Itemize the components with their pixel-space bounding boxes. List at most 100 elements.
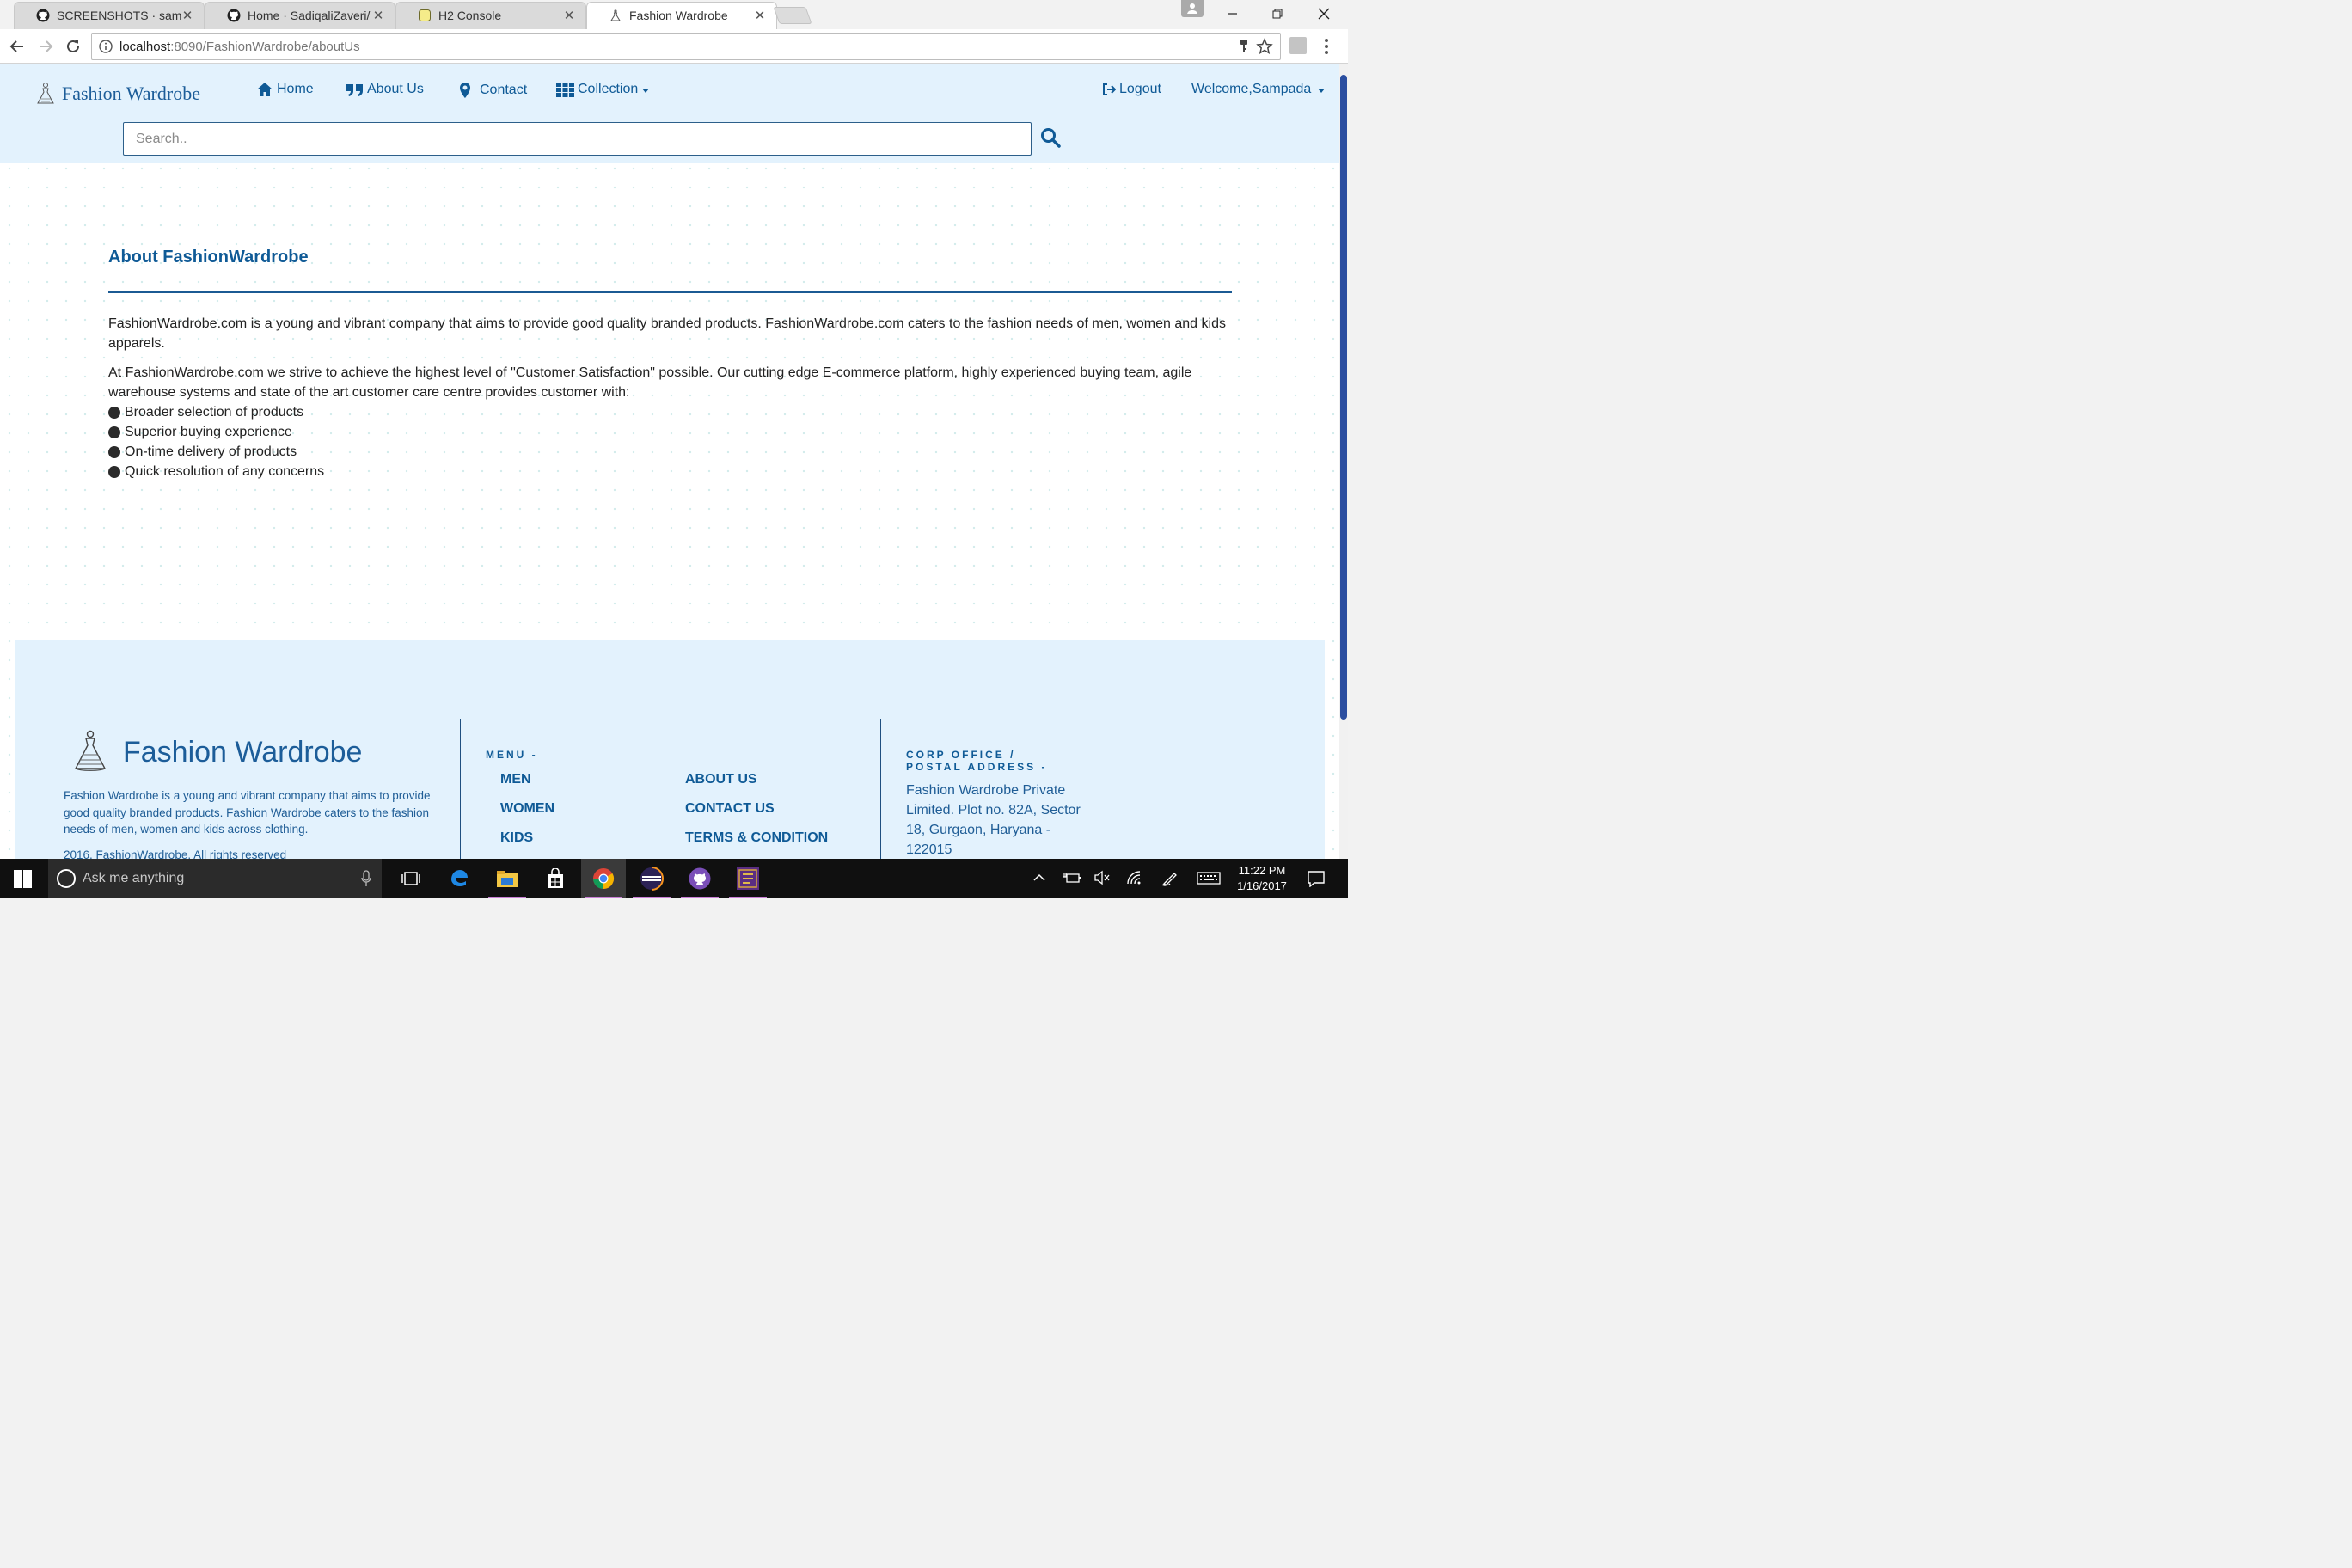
close-icon[interactable]: ✕ [181, 8, 194, 23]
close-icon[interactable]: ✕ [753, 8, 767, 23]
dress-logo-icon [74, 730, 107, 771]
footer-brand[interactable]: Fashion Wardrobe [68, 729, 362, 775]
about-section: About FashionWardrobe FashionWardrobe.co… [108, 248, 1232, 481]
list-item: On-time delivery of products [108, 442, 1232, 462]
reload-button[interactable] [64, 37, 83, 56]
close-icon[interactable]: ✕ [371, 8, 385, 23]
key-icon[interactable] [1239, 39, 1249, 54]
footer-link-contact-us[interactable]: CONTACT US [685, 801, 775, 817]
footer-copyright: 2016, FashionWardrobe. All rights reserv… [64, 848, 287, 859]
info-icon[interactable] [99, 40, 113, 53]
cortana-search-box[interactable]: Ask me anything [48, 859, 382, 898]
scrollbar-thumb[interactable] [1340, 75, 1347, 720]
site-brand[interactable]: Fashion Wardrobe [34, 82, 200, 106]
nav-home[interactable]: Home [256, 82, 314, 97]
bullet-icon [108, 465, 120, 478]
nav-about-label: About Us [367, 82, 424, 96]
footer-brand-name: Fashion Wardrobe [123, 735, 363, 769]
browser-tab[interactable]: SCREENSHOTS · sampda ✕ [14, 2, 205, 29]
brand-name: Fashion Wardrobe [62, 83, 200, 104]
folder-icon [497, 871, 518, 887]
battery-icon[interactable] [1063, 870, 1081, 885]
site-navbar: Fashion Wardrobe Home About Us Contact C… [0, 64, 1339, 163]
cortana-icon [57, 869, 76, 888]
forward-button[interactable] [36, 37, 55, 56]
footer-link-men[interactable]: MEN [500, 772, 531, 787]
footer-link-women[interactable]: WOMEN [500, 801, 554, 817]
page-scrollbar[interactable] [1339, 64, 1348, 859]
microphone-icon[interactable] [361, 870, 371, 887]
footer-link-terms[interactable]: TERMS & CONDITION [685, 830, 828, 846]
task-view-icon [401, 872, 420, 885]
home-icon [257, 83, 273, 96]
windows-start-button[interactable] [14, 870, 32, 892]
divider [460, 719, 461, 859]
taskbar-clock[interactable]: 11:22 PM 1/16/2017 [1226, 863, 1298, 894]
welcome-label: Welcome,Sampada [1191, 82, 1312, 96]
eclipse-icon [640, 867, 664, 891]
github-icon [36, 9, 50, 22]
nav-logout-label: Logout [1119, 82, 1161, 96]
restore-button[interactable] [1255, 0, 1300, 28]
nav-contact-label: Contact [480, 83, 528, 97]
taskbar-github-desktop[interactable] [677, 859, 722, 898]
java-ee-ide-icon [737, 867, 759, 890]
new-tab-button[interactable] [773, 7, 812, 24]
dress-icon [610, 9, 621, 21]
taskbar-store[interactable] [533, 859, 578, 898]
back-button[interactable] [8, 37, 27, 56]
close-icon[interactable]: ✕ [562, 8, 576, 23]
volume-muted-icon[interactable] [1093, 870, 1111, 885]
browser-menu-icon[interactable] [1324, 38, 1329, 59]
dress-logo-icon [37, 83, 54, 104]
bullet-icon [108, 426, 120, 438]
chrome-icon [593, 868, 615, 889]
bullet-icon [108, 406, 120, 419]
nav-logout[interactable]: Logout [1102, 82, 1161, 97]
star-icon[interactable] [1256, 38, 1273, 55]
nav-collection-dropdown[interactable]: Collection [556, 82, 650, 97]
browser-tab-active[interactable]: Fashion Wardrobe ✕ [586, 2, 777, 29]
pdf-extension-icon[interactable] [1289, 37, 1307, 54]
list-item: Superior buying experience [108, 422, 1232, 442]
taskbar-edge[interactable] [437, 859, 481, 898]
notifications-icon[interactable] [1307, 870, 1326, 887]
tab-title: Fashion Wardrobe [629, 9, 728, 22]
search-button[interactable] [1040, 127, 1063, 150]
footer-menu-heading: MENU - [486, 749, 538, 761]
footer-office-heading: CORP OFFICE / POSTAL ADDRESS - [906, 749, 1048, 773]
benefits-list: Broader selection of products Superior b… [108, 402, 1232, 481]
browser-tab[interactable]: Home · SadiqaliZaveri/M ✕ [205, 2, 395, 29]
nav-contact[interactable]: Contact [459, 82, 527, 99]
windows-taskbar: Ask me anything 11:22 PM 1/16/2017 [0, 859, 1348, 898]
taskbar-eclipse[interactable] [629, 859, 674, 898]
browser-tab[interactable]: H2 Console ✕ [395, 2, 586, 29]
task-view-button[interactable] [389, 859, 433, 898]
footer-link-about-us[interactable]: ABOUT US [685, 772, 757, 787]
list-item: Broader selection of products [108, 402, 1232, 422]
footer-address: Fashion Wardrobe Private Limited. Plot n… [906, 783, 1081, 857]
address-bar[interactable]: localhost:8090/FashionWardrobe/aboutUs [91, 33, 1281, 60]
chevron-up-icon[interactable] [1032, 870, 1047, 885]
wifi-icon[interactable] [1126, 870, 1143, 885]
minimize-button[interactable] [1210, 0, 1255, 28]
taskbar-java-ee-ide[interactable] [726, 859, 770, 898]
pen-icon[interactable] [1161, 870, 1179, 887]
browser-toolbar: localhost:8090/FashionWardrobe/aboutUs [0, 29, 1348, 64]
clock-time: 11:22 PM [1238, 864, 1286, 877]
user-menu-dropdown[interactable]: Welcome,Sampada [1191, 82, 1326, 97]
footer-link-kids[interactable]: KIDS [500, 830, 533, 846]
page-viewport: Fashion Wardrobe Home About Us Contact C… [0, 64, 1339, 859]
taskbar-chrome[interactable] [581, 859, 626, 898]
nav-about[interactable]: About Us [346, 82, 424, 97]
profile-icon[interactable] [1181, 0, 1204, 17]
keyboard-icon[interactable] [1197, 870, 1221, 885]
taskbar-file-explorer[interactable] [485, 859, 530, 898]
about-paragraph-1: FashionWardrobe.com is a young and vibra… [108, 316, 1226, 351]
map-marker-icon [460, 83, 470, 98]
store-icon [548, 868, 563, 888]
github-desktop-icon [689, 867, 711, 890]
close-window-button[interactable] [1302, 0, 1346, 28]
quote-icon [346, 84, 363, 96]
search-input[interactable] [123, 122, 1032, 156]
